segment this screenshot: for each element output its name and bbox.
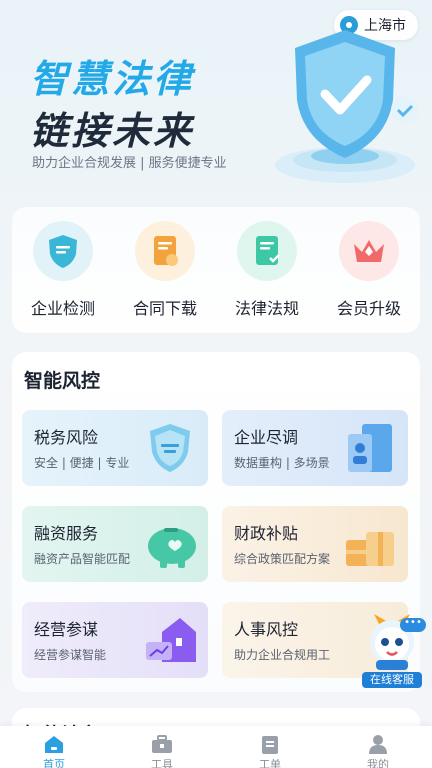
section-title: 智能风控 bbox=[24, 370, 101, 392]
nav-tools[interactable]: 工具 bbox=[132, 734, 192, 768]
quick-item-label: 企业检测 bbox=[30, 299, 95, 318]
tax-shield-icon bbox=[150, 424, 190, 472]
subsidy-gift-icon bbox=[346, 532, 394, 566]
financing-piggy-icon bbox=[148, 528, 196, 568]
tile-title: 人事风控 bbox=[234, 620, 299, 639]
tile-subtitle: 融资产品智能匹配 bbox=[34, 552, 131, 566]
quick-item-label: 合同下载 bbox=[132, 299, 197, 318]
tile-title: 税务风险 bbox=[34, 428, 99, 447]
tile-subtitle: 综合政策匹配方案 bbox=[234, 552, 331, 566]
tile-subsidy[interactable]: 财政补贴 综合政策匹配方案 bbox=[222, 506, 408, 582]
nav-work-order[interactable]: 工单 bbox=[240, 734, 300, 768]
tile-business-advisor[interactable]: 经营参谋 经营参谋智能 bbox=[22, 602, 208, 678]
tile-due-diligence[interactable]: 企业尽调 数据重构 | 多场景 bbox=[222, 410, 408, 486]
law-regulation-icon bbox=[237, 221, 297, 281]
membership-crown-icon bbox=[339, 221, 399, 281]
hero-title-line1: 智慧法律 bbox=[30, 57, 195, 101]
tile-subtitle: 助力企业合规用工 bbox=[234, 648, 331, 662]
home-icon bbox=[45, 736, 63, 753]
hero-title-line2: 链接未来 bbox=[30, 109, 195, 153]
bottom-nav: 首页 工具 工单 我的 bbox=[0, 726, 432, 768]
tile-title: 财政补贴 bbox=[234, 524, 299, 543]
tile-subtitle: 数据重构 | 多场景 bbox=[234, 456, 330, 470]
contract-download-icon bbox=[135, 221, 195, 281]
tile-title: 经营参谋 bbox=[34, 620, 99, 639]
quick-item-membership[interactable]: 会员升级 bbox=[321, 221, 417, 319]
hero-banner: 上海市 智慧法律 链接未来 助力企业合规发展 | 服务便捷专业 bbox=[0, 0, 432, 200]
nav-home[interactable]: 首页 bbox=[24, 734, 84, 768]
nav-label: 我的 bbox=[367, 758, 389, 768]
nav-label: 工单 bbox=[259, 758, 281, 768]
shield-illustration-icon bbox=[275, 30, 419, 183]
work-order-icon bbox=[262, 736, 278, 754]
toolbox-icon bbox=[152, 735, 172, 753]
quick-item-enterprise-check[interactable]: 企业检测 bbox=[15, 221, 111, 319]
quick-item-label: 会员升级 bbox=[336, 299, 401, 318]
nav-label: 首页 bbox=[43, 758, 65, 768]
business-advisor-icon bbox=[146, 618, 196, 662]
service-label: 在线客服 bbox=[362, 672, 422, 688]
hero-subtitle: 助力企业合规发展 | 服务便捷专业 bbox=[32, 156, 227, 171]
tile-title: 融资服务 bbox=[34, 524, 99, 543]
tile-subtitle: 安全 | 便捷 | 专业 bbox=[34, 456, 130, 470]
tile-subtitle: 经营参谋智能 bbox=[34, 648, 107, 662]
enterprise-check-icon bbox=[33, 221, 93, 281]
nav-label: 工具 bbox=[151, 758, 173, 768]
quick-item-contract-download[interactable]: 合同下载 bbox=[117, 221, 213, 319]
tile-financing[interactable]: 融资服务 融资产品智能匹配 bbox=[22, 506, 208, 582]
smart-risk-section: 智能风控 税务风险 安全 | 便捷 | 专业 企业尽调 数据重构 | 多场景 融… bbox=[12, 352, 420, 692]
online-service-button[interactable]: ••• 在线客服 bbox=[360, 612, 426, 688]
tile-tax-risk[interactable]: 税务风险 安全 | 便捷 | 专业 bbox=[22, 410, 208, 486]
nav-profile[interactable]: 我的 bbox=[348, 734, 408, 768]
quick-item-label: 法律法规 bbox=[234, 299, 299, 318]
chat-bubble-icon: ••• bbox=[400, 618, 426, 632]
due-diligence-icon bbox=[348, 424, 392, 472]
profile-icon bbox=[369, 735, 387, 754]
quick-item-law-regulation[interactable]: 法律法规 bbox=[219, 221, 315, 319]
quick-menu: 企业检测 合同下载 法律法规 会员升级 bbox=[12, 207, 420, 333]
tile-title: 企业尽调 bbox=[234, 428, 299, 447]
